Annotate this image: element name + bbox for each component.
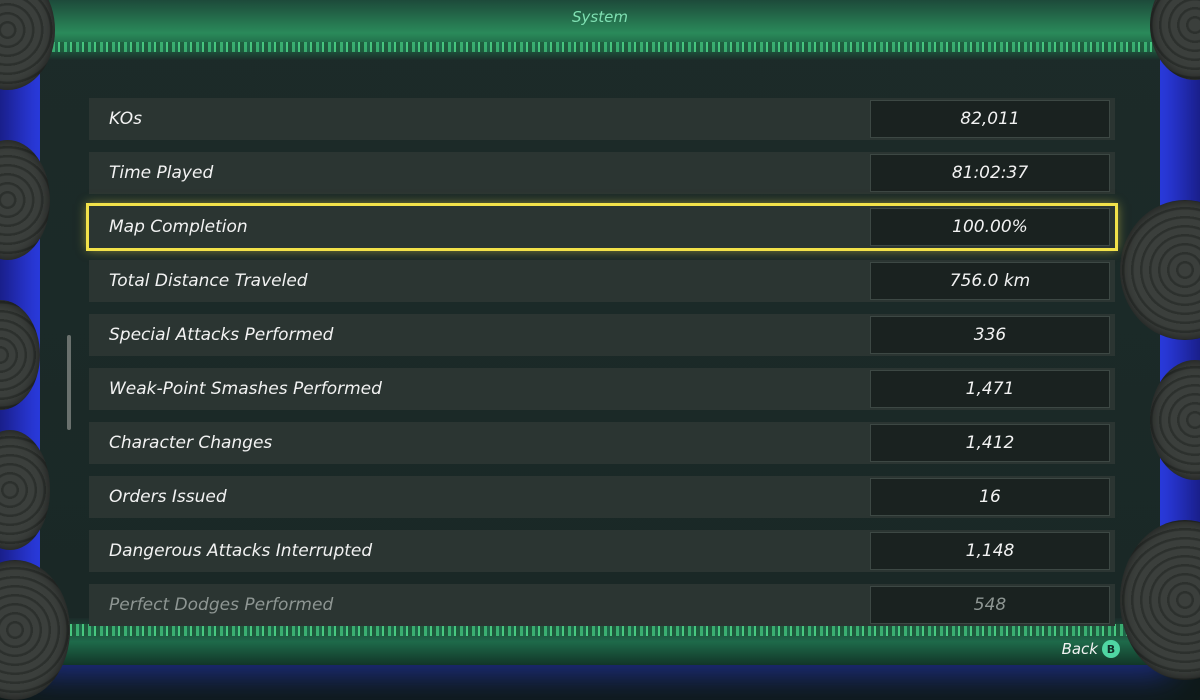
stat-row[interactable]: Weak-Point Smashes Performed 1,471 [89,368,1115,410]
stat-value: 1,148 [965,541,1015,561]
stat-value-box: 82,011 [870,100,1110,138]
stats-list: KOs 82,011 Time Played 81:02:37 Map Comp… [86,98,1118,638]
stat-value-box: 336 [870,316,1110,354]
stat-value: 756.0 km [949,271,1031,291]
stat-label: Time Played [109,163,214,183]
stat-row[interactable]: Perfect Dodges Performed 548 [89,584,1115,626]
stat-label: Weak-Point Smashes Performed [109,379,382,399]
stat-row[interactable]: Total Distance Traveled 756.0 km [89,260,1115,302]
stat-label: Dangerous Attacks Interrupted [109,541,373,561]
stat-label: Special Attacks Performed [109,325,334,345]
stat-label: Orders Issued [109,487,227,507]
stat-row[interactable]: Character Changes 1,412 [89,422,1115,464]
stat-value: 100.00% [952,217,1028,237]
stat-value-box: 100.00% [870,208,1110,246]
stat-value: 82,011 [960,109,1020,129]
stat-row[interactable]: KOs 82,011 [89,98,1115,140]
stat-row-selected[interactable]: Map Completion 100.00% [86,203,1118,251]
stat-value: 81:02:37 [951,163,1029,183]
stat-label: Map Completion [109,217,248,237]
stat-value: 336 [973,325,1007,345]
stat-label: KOs [109,109,142,129]
stat-value: 1,412 [965,433,1015,453]
stat-value-box: 1,148 [870,532,1110,570]
page-title: System [572,8,628,26]
back-button[interactable]: Back B [1062,640,1120,658]
stat-value: 1,471 [965,379,1015,399]
stat-value: 16 [979,487,1001,507]
stat-label: Perfect Dodges Performed [109,595,334,615]
stat-label: Total Distance Traveled [109,271,308,291]
stat-row[interactable]: Dangerous Attacks Interrupted 1,148 [89,530,1115,572]
stat-value-box: 1,471 [870,370,1110,408]
stat-row[interactable]: Special Attacks Performed 336 [89,314,1115,356]
stat-value-box: 81:02:37 [870,154,1110,192]
stat-value-box: 756.0 km [870,262,1110,300]
b-button-icon: B [1102,640,1120,658]
stat-value-box: 548 [870,586,1110,624]
stat-value-box: 16 [870,478,1110,516]
stat-row[interactable]: Time Played 81:02:37 [89,152,1115,194]
stat-value-box: 1,412 [870,424,1110,462]
stat-row[interactable]: Orders Issued 16 [89,476,1115,518]
scrollbar[interactable] [67,335,71,430]
stat-label: Character Changes [109,433,273,453]
back-label: Back [1061,640,1098,658]
stat-value: 548 [973,595,1007,615]
